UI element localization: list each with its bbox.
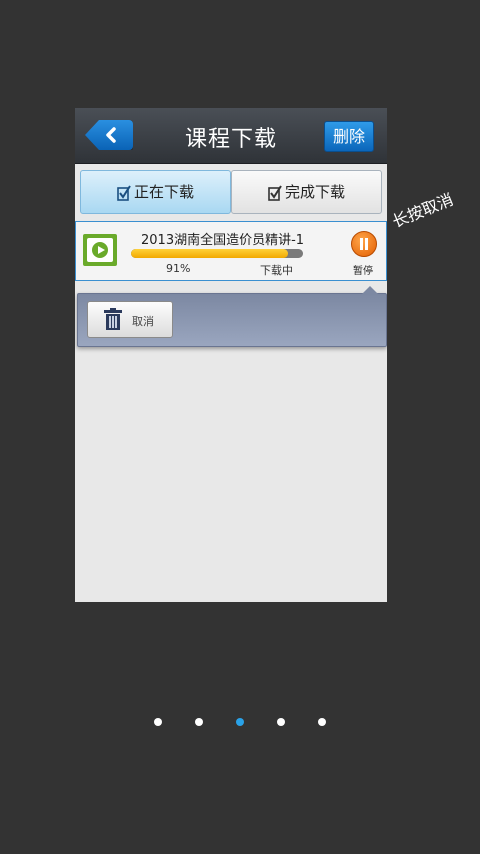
page-dot[interactable] (195, 718, 203, 726)
tab-label: 完成下载 (284, 183, 345, 201)
progress-fill (131, 249, 288, 258)
video-icon (83, 234, 117, 266)
pause-icon[interactable] (351, 231, 377, 257)
download-list-item[interactable]: 2013湖南全国造价员精讲-1 91% 下载中 暂停 (75, 221, 387, 281)
tab-downloading[interactable]: 正在下载 (80, 170, 231, 214)
download-status: 下载中 (260, 264, 293, 277)
tab-label: 正在下载 (133, 183, 194, 201)
delete-button[interactable]: 删除 (324, 121, 374, 152)
page-dot[interactable] (154, 718, 162, 726)
item-action-panel: 取消 (77, 286, 387, 347)
download-tabs: 正在下载 完成下载 (80, 170, 382, 214)
pause-label: 暂停 (353, 266, 373, 277)
trash-icon (104, 308, 122, 330)
tab-completed[interactable]: 完成下载 (231, 170, 382, 214)
page-dot[interactable] (277, 718, 285, 726)
page-dot-active[interactable] (236, 718, 244, 726)
checkbox-icon (268, 184, 282, 201)
download-progress-bar (131, 249, 303, 258)
title-bar: 课程下载 删除 (75, 108, 387, 164)
course-title: 2013湖南全国造价员精讲-1 (141, 233, 305, 248)
checkbox-icon (117, 184, 131, 201)
long-press-hint: 长按取消 (389, 189, 456, 232)
progress-percent: 91% (166, 262, 191, 275)
cancel-label: 取消 (132, 315, 154, 328)
cancel-button[interactable]: 取消 (87, 301, 173, 338)
page-dot[interactable] (318, 718, 326, 726)
page-indicator (0, 718, 480, 730)
app-screen: 课程下载 删除 正在下载 完成下载 2013湖南全国造价员精讲-1 91% 下载… (75, 108, 387, 602)
